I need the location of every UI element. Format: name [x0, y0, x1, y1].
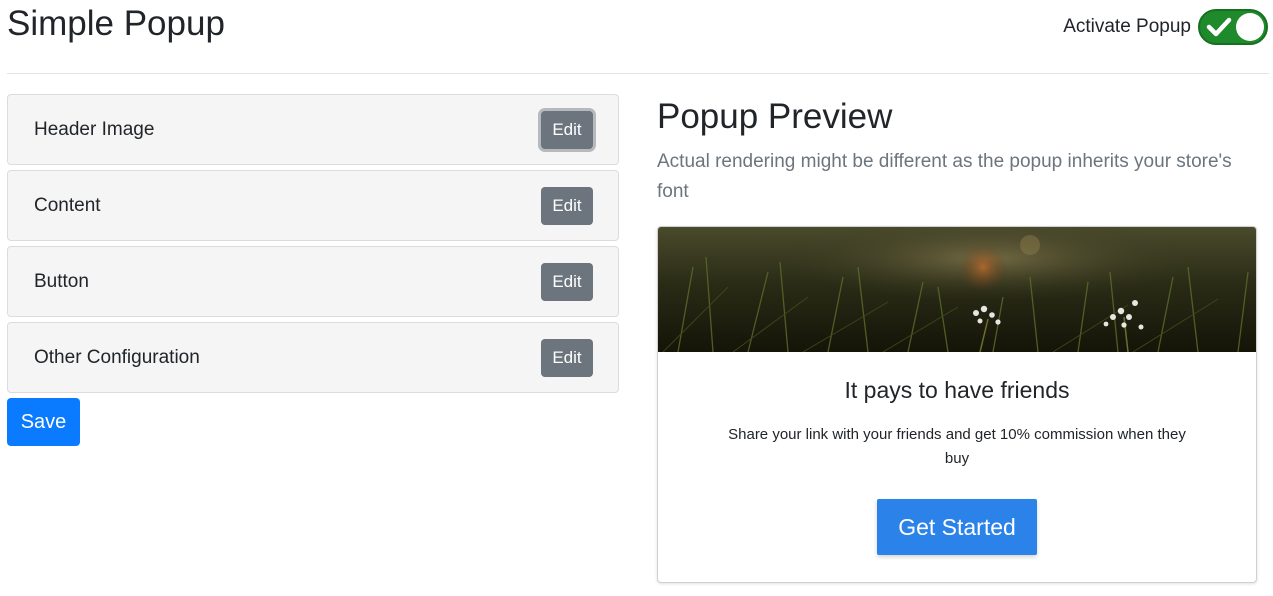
- edit-header-image-button[interactable]: Edit: [541, 110, 593, 149]
- section-item-content: Content Edit: [7, 170, 619, 241]
- section-item-other-configuration: Other Configuration Edit: [7, 322, 619, 393]
- section-label: Header Image: [34, 118, 155, 140]
- section-list: Header Image Edit Content Edit Button Ed…: [7, 94, 619, 398]
- preview-note: Actual rendering might be different as t…: [657, 151, 1232, 202]
- edit-content-button[interactable]: Edit: [541, 186, 593, 225]
- meadow-flowers-image: [658, 227, 1256, 352]
- popup-header-image: [658, 227, 1256, 352]
- popup-preview-card: It pays to have friends Share your link …: [657, 226, 1257, 583]
- section-item-header-image: Header Image Edit: [7, 94, 619, 165]
- section-label: Other Configuration: [34, 346, 200, 368]
- activate-popup-toggle[interactable]: [1198, 9, 1268, 45]
- popup-text: Share your link with your friends and ge…: [728, 426, 1186, 467]
- save-button[interactable]: Save: [7, 398, 80, 446]
- preview-title: Popup Preview: [657, 97, 893, 136]
- page-title: Simple Popup: [7, 4, 225, 43]
- activate-popup-control: Activate Popup: [1063, 9, 1268, 45]
- check-icon: [1206, 17, 1232, 37]
- header-divider: [7, 73, 1269, 74]
- section-item-button: Button Edit: [7, 246, 619, 317]
- activate-popup-label: Activate Popup: [1063, 16, 1191, 37]
- toggle-knob: [1236, 13, 1264, 41]
- get-started-button[interactable]: Get Started: [877, 499, 1037, 555]
- edit-button-button[interactable]: Edit: [541, 262, 593, 301]
- section-label: Button: [34, 270, 89, 292]
- popup-heading: It pays to have friends: [844, 377, 1070, 403]
- edit-other-configuration-button[interactable]: Edit: [541, 338, 593, 377]
- section-label: Content: [34, 194, 101, 216]
